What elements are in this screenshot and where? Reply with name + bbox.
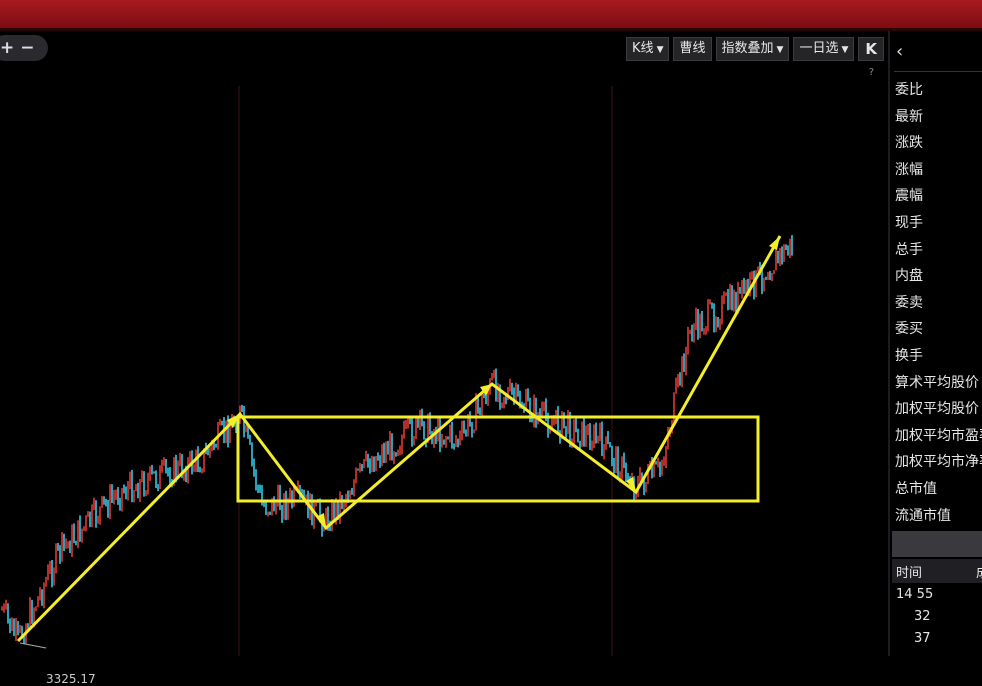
quote-field-label: 震幅 bbox=[895, 188, 923, 205]
quote-field-label: 内盘 bbox=[895, 268, 923, 285]
quote-field-label: 加权平均市净率 bbox=[895, 454, 982, 471]
price-chart-svg bbox=[1, 86, 793, 656]
quote-field-label: 流通市值 bbox=[895, 507, 951, 524]
tick-time-cell: 32 bbox=[914, 609, 931, 624]
window-title-bar bbox=[0, 0, 982, 31]
collapse-arrow-icon[interactable]: ‹ bbox=[896, 41, 903, 62]
sidebar-divider bbox=[894, 71, 982, 72]
quote-field-label: 委买 bbox=[895, 321, 923, 338]
quote-field-label: 总市值 bbox=[895, 481, 937, 497]
candlestick-series bbox=[1, 235, 793, 645]
quote-field-label: 委比 bbox=[895, 82, 923, 98]
kline-chart-panel[interactable]: + − K线 ▼ 曹线 指数叠加 ▼ 一日选 ▼ K ? 3325.17 bbox=[0, 31, 888, 686]
low-marker-line bbox=[19, 642, 47, 649]
low-price-label: 3325.17 bbox=[46, 672, 96, 686]
arrowhead-icon bbox=[769, 236, 780, 250]
quote-sidebar: ‹ 委比最新涨跌涨幅震幅现手总手内盘委卖委买换手算术平均股价 加权平均股价 加权平均… bbox=[888, 31, 982, 656]
tick-table-header: 时间 成 bbox=[892, 559, 982, 583]
quote-field-label: 算术平均股价 bbox=[895, 374, 979, 391]
tick-time-cell: 14 55 bbox=[896, 587, 934, 602]
consolidation-box bbox=[236, 415, 760, 503]
quote-field-label: 涨跌 bbox=[895, 135, 923, 152]
quote-field-label: 加权平均市盈率 bbox=[895, 427, 982, 444]
sidebar-band bbox=[892, 531, 982, 557]
quote-field-label: 换手 bbox=[895, 348, 923, 364]
quote-field-label: 最新 bbox=[895, 108, 923, 125]
second-column-header: 成 bbox=[976, 562, 982, 581]
time-column-header: 时间 bbox=[896, 566, 923, 581]
tick-time-cell: 37 bbox=[914, 631, 931, 646]
trend-path bbox=[16, 235, 782, 643]
quote-field-label: 现手 bbox=[895, 215, 923, 231]
quote-field-label: 涨幅 bbox=[895, 161, 923, 178]
quote-field-label: 加权平均股价 bbox=[895, 401, 979, 418]
quote-field-label: 委卖 bbox=[895, 294, 923, 311]
quote-field-label: 总手 bbox=[895, 241, 923, 258]
